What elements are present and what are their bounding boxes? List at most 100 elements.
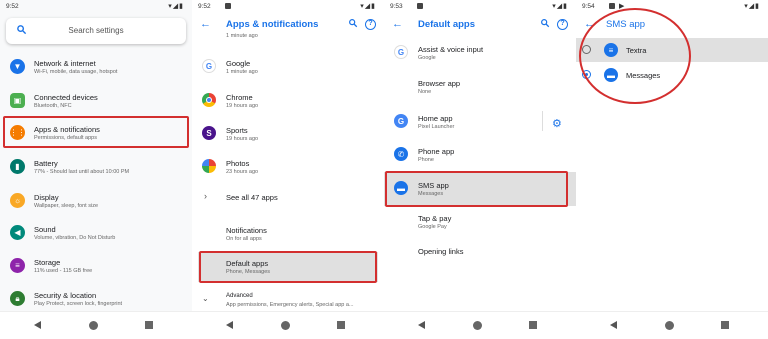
app-bar: ← Default apps ? [384,14,576,36]
item-title: Network & internet [34,59,96,68]
gear-icon[interactable]: ⚙ [552,117,564,130]
status-icons: ▾◢▮ [744,3,760,10]
settings-item-sound[interactable]: ◀ Sound Volume, vibration, Do Not Distur… [0,218,192,248]
nav-home-icon[interactable] [281,321,290,330]
item-title: Connected devices [34,93,98,102]
highlight-box [385,171,568,207]
home-app-item[interactable]: G Home app Pixel Launcher [384,107,576,137]
help-icon[interactable]: ? [365,19,376,30]
app-item-chrome[interactable]: Chrome 19 hours ago [192,86,384,116]
tap-pay-item[interactable]: Tap & pay Google Pay [384,207,576,237]
back-arrow-icon[interactable]: ← [200,18,211,30]
google-icon: G [202,59,216,73]
settings-item-battery[interactable]: ▮ Battery 77% - Should last until about … [0,152,192,182]
status-time: 9:54 [582,3,595,10]
settings-item-storage[interactable]: ≡ Storage 11% used - 115 GB free [0,251,192,281]
item-subtitle: Phone [418,157,434,163]
sports-icon: S [202,126,216,140]
page-title: Apps & notifications [226,19,319,30]
nav-recents-icon[interactable] [145,321,153,329]
notification-icon [225,3,231,9]
highlight-oval [579,8,691,104]
photos-icon [202,159,216,173]
item-title: Notifications [226,226,267,235]
status-bar: 9:52 ▾◢▮ [192,0,384,14]
nav-back-icon[interactable] [226,321,233,329]
list-item[interactable]: 1 minute ago [192,30,384,42]
item-subtitle: 23 hours ago [226,169,259,175]
assist-voice-item[interactable]: G Assist & voice input Google [384,38,576,68]
see-all-label: See all 47 apps [226,193,278,202]
item-title: Google [226,59,251,68]
apps-notifications-panel: 9:52 ▾◢▮ ← Apps & notifications ? 1 minu… [192,0,384,339]
item-subtitle: Wi-Fi, mobile, data usage, hotspot [34,69,118,75]
settings-item-security[interactable]: 🔒︎ Security & location Play Protect, scr… [0,284,192,314]
brightness-icon: ☼ [10,193,25,208]
settings-panel: 9:52 ▾◢▮ Search settings ▼ Network & int… [0,0,192,339]
app-item-photos[interactable]: Photos 23 hours ago [192,152,384,182]
item-subtitle: On for all apps [226,236,262,242]
storage-icon: ≡ [10,258,25,273]
nav-recents-icon[interactable] [529,321,537,329]
search-icon[interactable] [540,18,550,31]
item-title: Advanced [226,293,253,299]
notification-icon [609,3,615,9]
page-title: Default apps [418,19,476,30]
pixel-launcher-icon: G [394,114,408,128]
item-title: Sound [34,225,56,234]
item-title: Tap & pay [418,214,452,223]
nav-recents-icon[interactable] [337,321,345,329]
item-subtitle: Wallpaper, sleep, font size [34,203,98,209]
item-subtitle: Play Protect, screen lock, fingerprint [34,301,123,307]
nav-back-icon[interactable] [418,321,425,329]
item-subtitle: 1 minute ago [226,69,258,75]
item-subtitle: Google Pay [418,224,447,230]
settings-item-network[interactable]: ▼ Network & internet Wi-Fi, mobile, data… [0,52,192,82]
item-subtitle: Google [418,55,436,61]
nav-home-icon[interactable] [665,321,674,330]
item-title: Security & location [34,291,97,300]
status-icons: ▾◢▮ [168,3,184,10]
volume-icon: ◀ [10,225,25,240]
item-subtitle: Bluetooth, NFC [34,103,72,109]
notifications-item[interactable]: Notifications On for all apps [192,219,384,249]
nav-bar [384,311,576,339]
nav-bar [576,311,768,339]
item-title: Browser app [418,79,461,88]
search-bar[interactable]: Search settings [6,18,186,44]
nav-home-icon[interactable] [473,321,482,330]
item-title: Display [34,193,59,202]
status-icons: ▾◢▮ [360,3,376,10]
item-title: Opening links [418,247,464,256]
status-time: 9:53 [390,3,403,10]
app-item-sports[interactable]: S Sports 19 hours ago [192,119,384,149]
opening-links-item[interactable]: Opening links [384,238,576,268]
nav-recents-icon[interactable] [721,321,729,329]
search-input[interactable]: Search settings [6,26,186,35]
nav-home-icon[interactable] [89,321,98,330]
chevron-down-icon: ⌄ [202,294,209,303]
phone-icon: ✆ [394,147,408,161]
browser-app-item[interactable]: Browser app None [384,72,576,102]
highlight-box [3,116,189,148]
item-subtitle: 19 hours ago [226,103,259,109]
settings-item-connected-devices[interactable]: ▣ Connected devices Bluetooth, NFC [0,86,192,116]
status-icons: ▾◢▮ [552,3,568,10]
notification-icon [417,3,423,9]
nav-back-icon[interactable] [610,321,617,329]
nav-back-icon[interactable] [34,321,41,329]
item-subtitle: 19 hours ago [226,136,259,142]
help-icon[interactable]: ? [557,19,568,30]
devices-icon: ▣ [10,93,25,108]
status-time: 9:52 [6,3,19,10]
settings-item-display[interactable]: ☼ Display Wallpaper, sleep, font size [0,186,192,216]
app-item-google[interactable]: G Google 1 minute ago [192,52,384,82]
chevron-right-icon: › [204,191,207,201]
phone-app-item[interactable]: ✆ Phone app Phone [384,140,576,170]
item-title: Chrome [226,93,253,102]
back-arrow-icon[interactable]: ← [392,18,403,30]
wifi-icon: ▼ [10,59,25,74]
default-apps-panel: 9:53 ▾◢▮ ← Default apps ? G Assist & voi… [384,0,576,339]
see-all-apps[interactable]: › See all 47 apps [192,183,384,213]
nav-bar [192,311,384,339]
